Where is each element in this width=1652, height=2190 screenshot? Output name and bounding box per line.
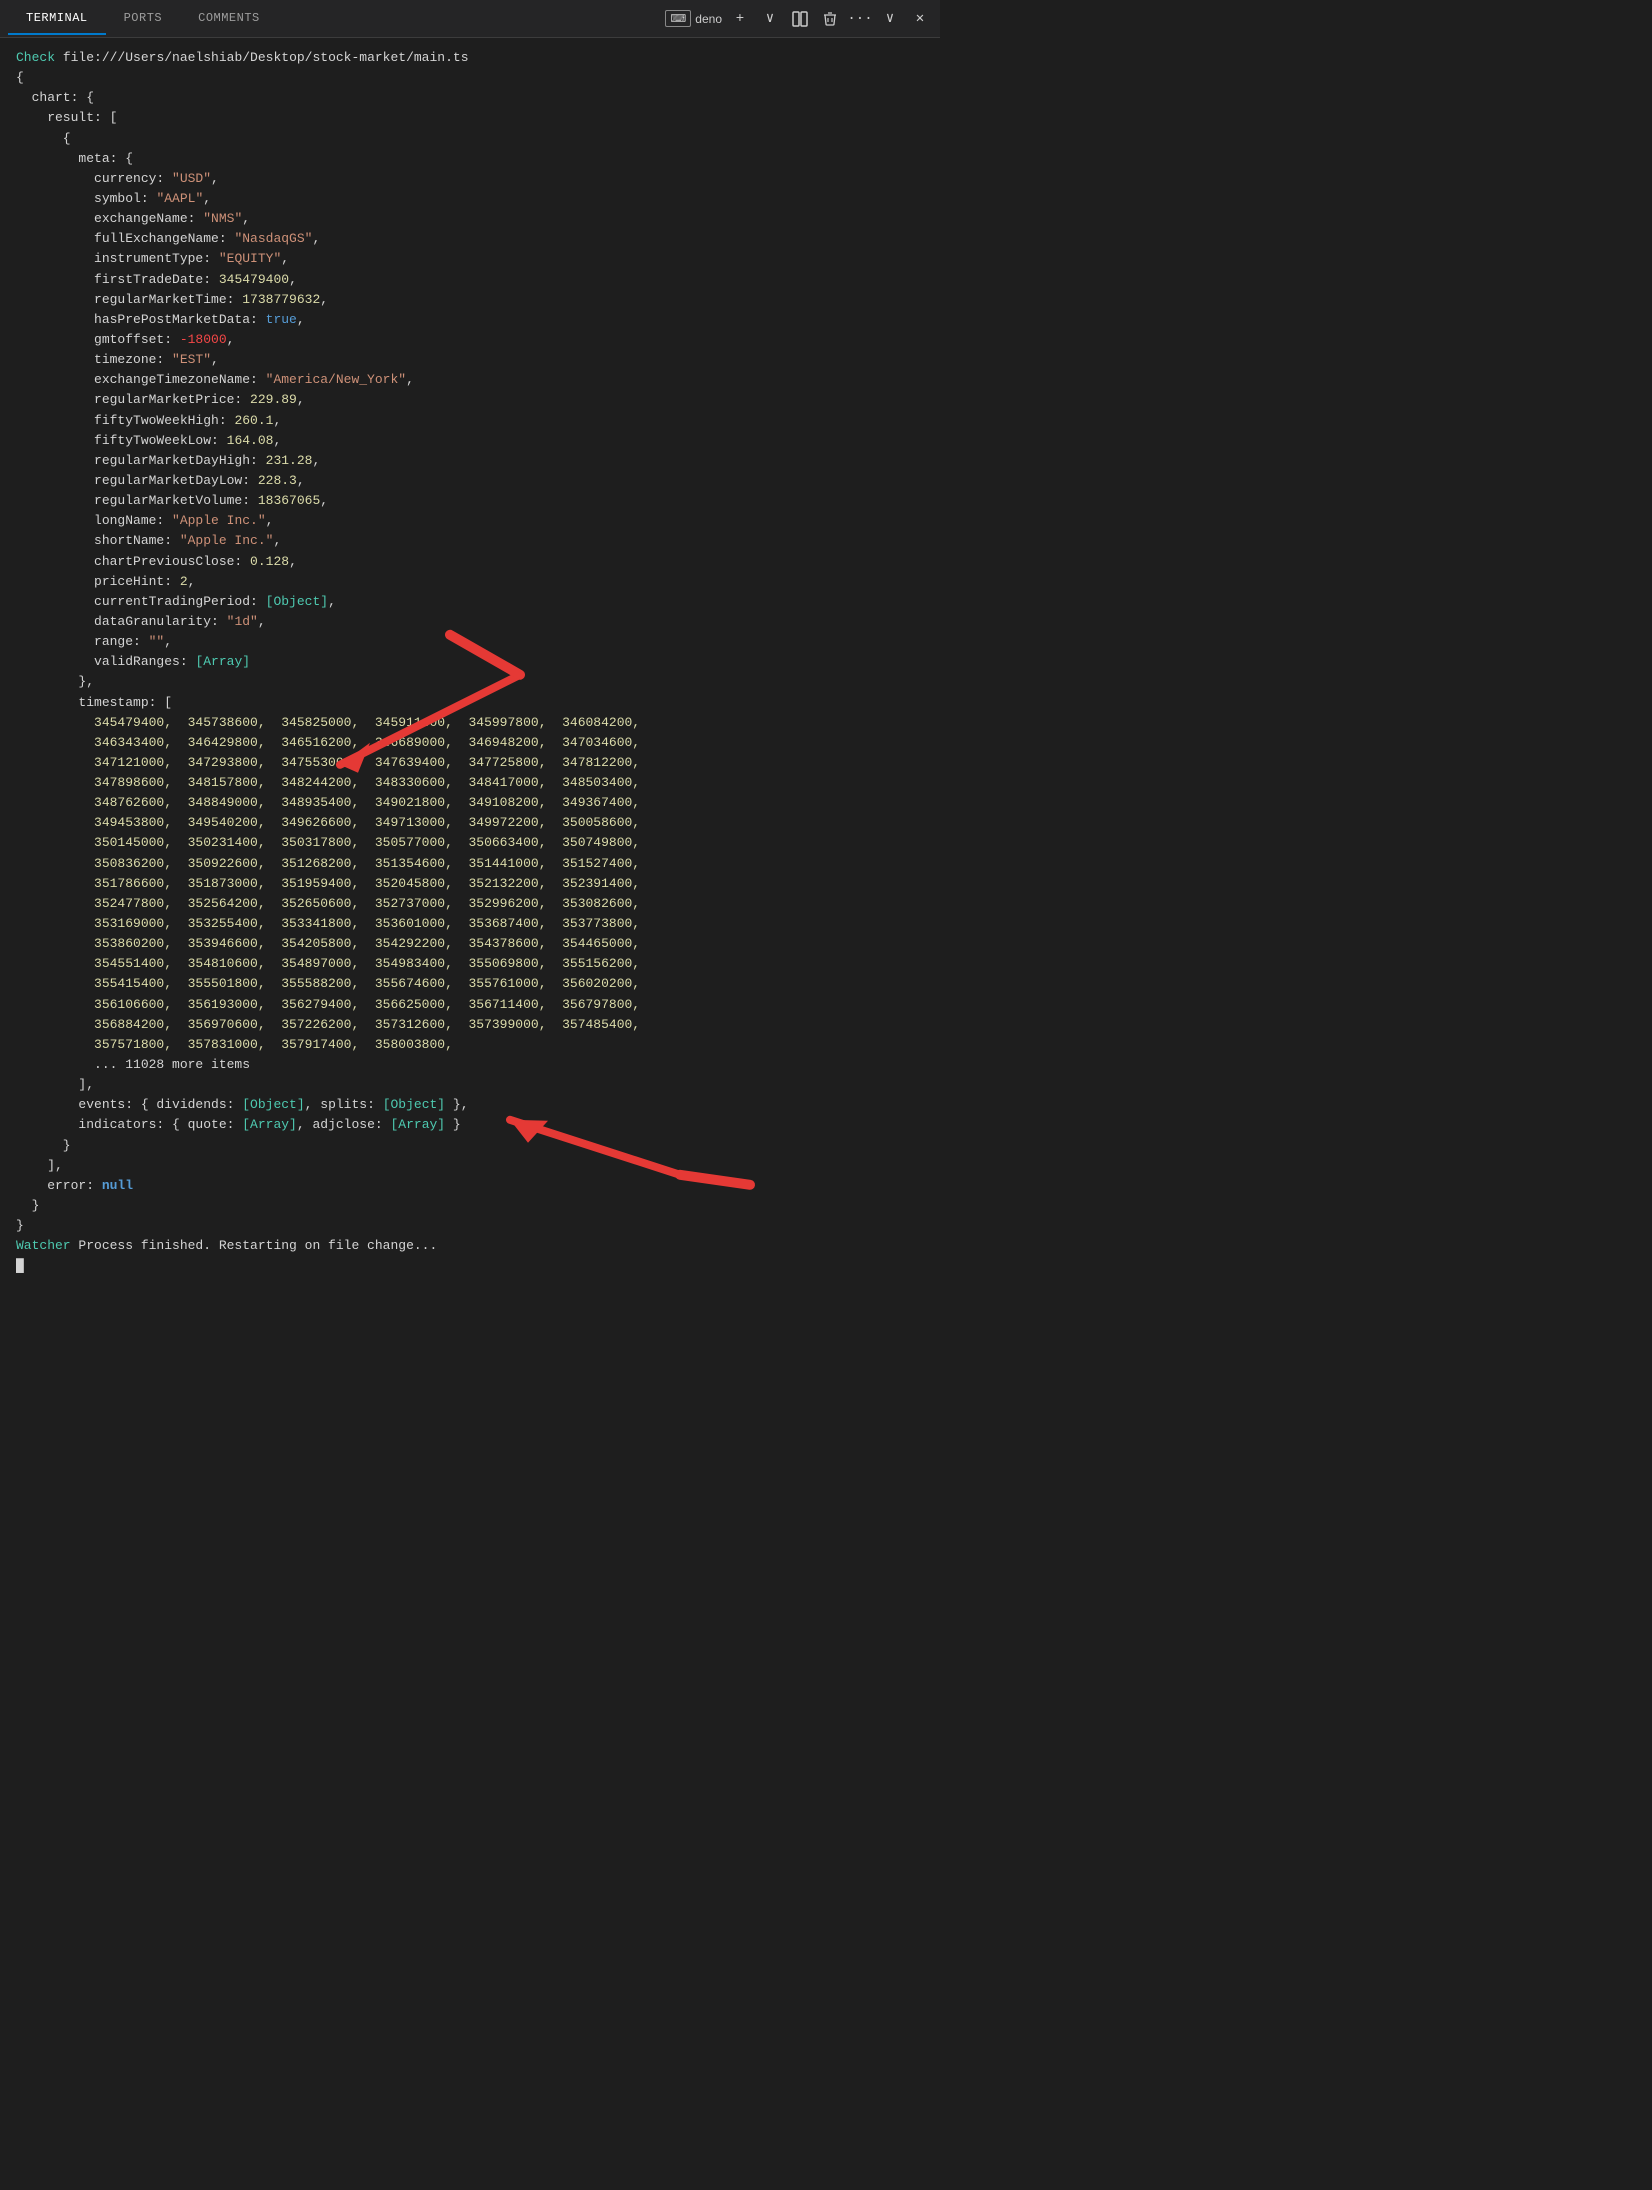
tab-terminal[interactable]: TERMINAL bbox=[8, 3, 106, 35]
line-symbol: symbol: "AAPL", bbox=[16, 189, 924, 209]
line-shortname: shortName: "Apple Inc.", bbox=[16, 531, 924, 551]
line-cursor: █ bbox=[16, 1256, 924, 1276]
tab-comments[interactable]: COMMENTS bbox=[180, 3, 278, 35]
line-ts-8: 350836200, 350922600, 351268200, 3513546… bbox=[16, 854, 924, 874]
line-ts-6: 349453800, 349540200, 349626600, 3497130… bbox=[16, 813, 924, 833]
line-ts-10: 352477800, 352564200, 352650600, 3527370… bbox=[16, 894, 924, 914]
split-editor-icon[interactable] bbox=[788, 7, 812, 31]
line-ts-9: 351786600, 351873000, 351959400, 3520458… bbox=[16, 874, 924, 894]
line-longname: longName: "Apple Inc.", bbox=[16, 511, 924, 531]
line-ts-17: 357571800, 357831000, 357917400, 3580038… bbox=[16, 1035, 924, 1055]
line-fiftytwoweekhi: fiftyTwoWeekHigh: 260.1, bbox=[16, 411, 924, 431]
line-regularmarketprice: regularMarketPrice: 229.89, bbox=[16, 390, 924, 410]
line-ts-2: 346343400, 346429800, 346516200, 3466890… bbox=[16, 733, 924, 753]
line-fullexchangename: fullExchangeName: "NasdaqGS", bbox=[16, 229, 924, 249]
deno-text: deno bbox=[695, 12, 722, 26]
check-line: Check file:///Users/naelshiab/Desktop/st… bbox=[16, 48, 924, 68]
line-regularmarketdaylow: regularMarketDayLow: 228.3, bbox=[16, 471, 924, 491]
line-ts-close: ], bbox=[16, 1075, 924, 1095]
terminal-wrapper: Check file:///Users/naelshiab/Desktop/st… bbox=[0, 38, 940, 1287]
line-ts-15: 356106600, 356193000, 356279400, 3566250… bbox=[16, 995, 924, 1015]
line-inner-close: } bbox=[16, 1136, 924, 1156]
tab-bar-right: ⌨ deno + ∨ ··· ∨ ✕ bbox=[665, 7, 932, 31]
line-ts-12: 353860200, 353946600, 354205800, 3542922… bbox=[16, 934, 924, 954]
line-regularmarketdayhigh: regularMarketDayHigh: 231.28, bbox=[16, 451, 924, 471]
line-datagranularity: dataGranularity: "1d", bbox=[16, 612, 924, 632]
deno-label: ⌨ deno bbox=[665, 10, 722, 27]
line-events: events: { dividends: [Object], splits: [… bbox=[16, 1095, 924, 1115]
line-result-close: ], bbox=[16, 1156, 924, 1176]
terminal-icon: ⌨ bbox=[665, 10, 691, 27]
line-ts-13: 354551400, 354810600, 354897000, 3549834… bbox=[16, 954, 924, 974]
terminal-content[interactable]: Check file:///Users/naelshiab/Desktop/st… bbox=[0, 38, 940, 1287]
line-regularmarketvolume: regularMarketVolume: 18367065, bbox=[16, 491, 924, 511]
line-ts-3: 347121000, 347293800, 347553000, 3476394… bbox=[16, 753, 924, 773]
line-indicators: indicators: { quote: [Array], adjclose: … bbox=[16, 1115, 924, 1135]
line-regularmarkettime: regularMarketTime: 1738779632, bbox=[16, 290, 924, 310]
chevron-panel-icon[interactable]: ∨ bbox=[878, 7, 902, 31]
line-result: result: [ bbox=[16, 108, 924, 128]
line-exchangename: exchangeName: "NMS", bbox=[16, 209, 924, 229]
close-panel-icon[interactable]: ✕ bbox=[908, 7, 932, 31]
line-ts-7: 350145000, 350231400, 350317800, 3505770… bbox=[16, 833, 924, 853]
line-chart-close: } bbox=[16, 1196, 924, 1216]
trash-icon[interactable] bbox=[818, 7, 842, 31]
line-open-bracket: { bbox=[16, 129, 924, 149]
line-root-close: } bbox=[16, 1216, 924, 1236]
line-exchangetimezonename: exchangeTimezoneName: "America/New_York"… bbox=[16, 370, 924, 390]
line-ts-16: 356884200, 356970600, 357226200, 3573126… bbox=[16, 1015, 924, 1035]
line-instrumenttype: instrumentType: "EQUITY", bbox=[16, 249, 924, 269]
line-watcher: Watcher Process finished. Restarting on … bbox=[16, 1236, 924, 1256]
line-pricehint: priceHint: 2, bbox=[16, 572, 924, 592]
tab-bar-left: TERMINAL PORTS COMMENTS bbox=[8, 3, 278, 35]
line-chart: chart: { bbox=[16, 88, 924, 108]
tab-bar: TERMINAL PORTS COMMENTS ⌨ deno + ∨ ··· ∨… bbox=[0, 0, 940, 38]
line-chartpreviousclose: chartPreviousClose: 0.128, bbox=[16, 552, 924, 572]
line-ts-11: 353169000, 353255400, 353341800, 3536010… bbox=[16, 914, 924, 934]
line-timezone: timezone: "EST", bbox=[16, 350, 924, 370]
line-more-items: ... 11028 more items bbox=[16, 1055, 924, 1075]
line-fiftytwoweeklo: fiftyTwoWeekLow: 164.08, bbox=[16, 431, 924, 451]
line-ts-5: 348762600, 348849000, 348935400, 3490218… bbox=[16, 793, 924, 813]
chevron-down-icon[interactable]: ∨ bbox=[758, 7, 782, 31]
line-validranges: validRanges: [Array] bbox=[16, 652, 924, 672]
line-ts-4: 347898600, 348157800, 348244200, 3483306… bbox=[16, 773, 924, 793]
line-open-brace: { bbox=[16, 68, 924, 88]
line-error: error: null bbox=[16, 1176, 924, 1196]
line-gmtoffset: gmtoffset: -18000, bbox=[16, 330, 924, 350]
line-ts-1: 345479400, 345738600, 345825000, 3459114… bbox=[16, 713, 924, 733]
line-timestamp: timestamp: [ bbox=[16, 693, 924, 713]
line-ts-14: 355415400, 355501800, 355588200, 3556746… bbox=[16, 974, 924, 994]
line-currenttradingperiod: currentTradingPeriod: [Object], bbox=[16, 592, 924, 612]
line-firsttradedate: firstTradeDate: 345479400, bbox=[16, 270, 924, 290]
line-range: range: "", bbox=[16, 632, 924, 652]
line-meta-close: }, bbox=[16, 672, 924, 692]
tab-ports[interactable]: PORTS bbox=[106, 3, 181, 35]
add-button[interactable]: + bbox=[728, 7, 752, 31]
line-meta: meta: { bbox=[16, 149, 924, 169]
line-currency: currency: "USD", bbox=[16, 169, 924, 189]
line-hasprepost: hasPrePostMarketData: true, bbox=[16, 310, 924, 330]
more-options-icon[interactable]: ··· bbox=[848, 7, 872, 31]
